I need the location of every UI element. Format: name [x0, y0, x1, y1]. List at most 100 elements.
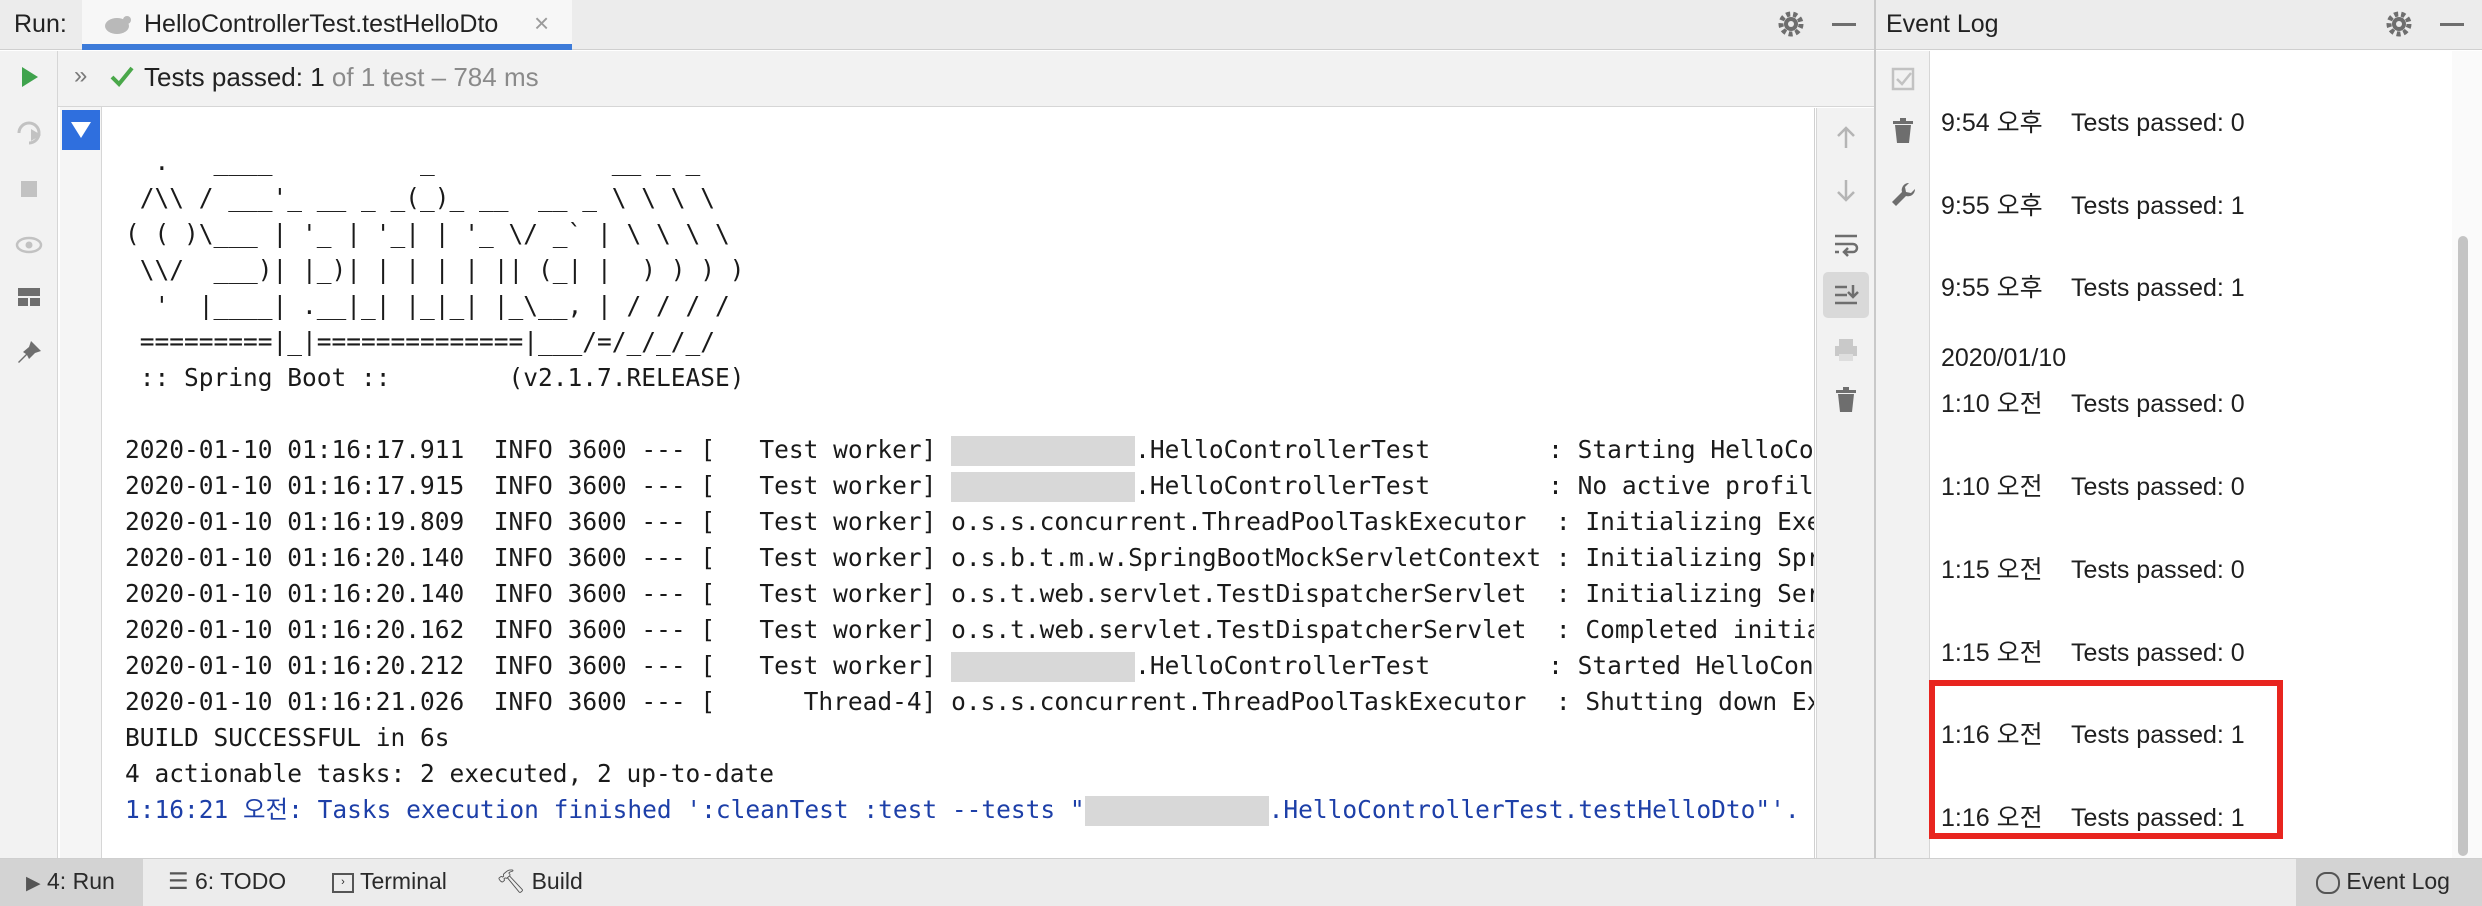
mark-all-read-icon[interactable] — [1887, 63, 1919, 95]
tests-passed-summary: Tests passed: 1 of 1 test – 784 ms — [144, 62, 539, 93]
event-text[interactable]: Tests passed: 0 — [2071, 390, 2245, 418]
soft-wrap-icon[interactable] — [1830, 228, 1862, 260]
tasks-finished-line: 1:16:21 오전: Tasks execution finished ':c… — [125, 792, 1815, 828]
redacted-block — [1084, 796, 1269, 826]
event-log-entry[interactable]: 1:15 오전 Tests passed: 0 — [1941, 633, 2245, 669]
console-border — [1814, 108, 1815, 858]
event-text[interactable]: Tests passed: 0 — [2071, 473, 2245, 501]
log-timestamp: 2020-01-10 01:16:20.212 — [125, 651, 465, 680]
event-log-entry[interactable]: 9:55 오후 Tests passed: 1 — [1941, 186, 2245, 222]
log-line: 2020-01-10 01:16:17.911 INFO 3600 --- [ … — [125, 432, 1815, 468]
arrow-up-icon[interactable] — [1830, 122, 1862, 154]
log-thread: Test worker — [715, 471, 922, 500]
log-timestamp: 2020-01-10 01:16:20.162 — [125, 615, 465, 644]
event-time: 9:54 오후 — [1941, 109, 2043, 137]
list-icon: ☰ — [168, 868, 189, 894]
log-timestamp: 2020-01-10 01:16:20.140 — [125, 543, 465, 572]
event-log-entry[interactable]: 9:55 오후 Tests passed: 1 — [1941, 268, 2245, 304]
arrow-down-icon[interactable] — [1830, 174, 1862, 206]
pin-icon[interactable] — [13, 337, 45, 369]
actionable-tasks-line: 4 actionable tasks: 2 executed, 2 up-to-… — [125, 756, 1815, 792]
minimize-icon[interactable] — [1832, 23, 1856, 26]
event-time: 1:15 오전 — [1941, 639, 2043, 667]
tree-toggle-icon[interactable] — [62, 110, 100, 150]
wrench-icon[interactable] — [1887, 179, 1919, 211]
event-log-entry[interactable]: 1:10 오전 Tests passed: 0 — [1941, 467, 2245, 503]
event-time: 9:55 오후 — [1941, 274, 2043, 302]
bottom-tab-terminal-label: Terminal — [359, 868, 447, 894]
event-text[interactable]: Tests passed: 0 — [2071, 639, 2245, 667]
log-message: : No active profile set — [1548, 471, 1815, 500]
log-level: INFO — [493, 615, 553, 644]
actionable-tasks: 4 actionable tasks: 2 executed, 2 up-to-… — [125, 759, 775, 788]
gear-icon[interactable] — [1776, 9, 1806, 39]
console-output[interactable]: . ____ _ __ _ _ /\\ / ___'_ __ _ _(_)_ _… — [103, 108, 1815, 858]
event-text[interactable]: Tests passed: 0 — [2071, 556, 2245, 584]
log-logger: .HelloControllerTest — [1135, 651, 1534, 680]
log-thread: Test worker — [715, 651, 922, 680]
close-tab-icon[interactable]: × — [534, 8, 549, 39]
log-thread: Test worker — [715, 579, 922, 608]
log-message: : Initializing Servlet — [1555, 579, 1815, 608]
log-pid: 3600 — [567, 615, 627, 644]
bottom-tab-terminal[interactable]: › Terminal — [332, 868, 447, 895]
bottom-tab-event-log[interactable]: Event Log — [2316, 868, 2450, 895]
log-message: : Initializing Executor — [1555, 507, 1815, 536]
hammer-icon: 🔨︎ — [496, 868, 526, 894]
log-pid: 3600 — [567, 507, 627, 536]
log-thread: Test worker — [715, 543, 922, 572]
log-message: : Completed initializat — [1555, 615, 1815, 644]
terminal-icon: › — [332, 872, 354, 893]
rerun-failed-icon — [17, 121, 41, 145]
event-text[interactable]: Tests passed: 0 — [2071, 109, 2245, 137]
banner-line: /\\ / ___'_ __ _ _(_)_ __ __ _ \ \ \ \ — [125, 180, 1815, 216]
event-date-heading: 2020/01/10 — [1941, 344, 2067, 372]
expand-chevron-icon[interactable]: » — [74, 62, 87, 90]
eye-icon[interactable] — [13, 229, 45, 261]
log-line: 2020-01-10 01:16:20.162 INFO 3600 --- [ … — [125, 612, 1815, 648]
log-line: 2020-01-10 01:16:20.212 INFO 3600 --- [ … — [125, 648, 1815, 684]
bottom-tab-build[interactable]: 🔨︎ Build — [496, 868, 583, 895]
event-time: 1:10 오전 — [1941, 390, 2043, 418]
log-timestamp: 2020-01-10 01:16:17.911 — [125, 435, 465, 464]
summary-passed-count: 1 — [310, 62, 325, 92]
scroll-to-end-icon[interactable] — [1830, 279, 1862, 311]
log-level: INFO — [493, 507, 553, 536]
rerun-icon[interactable] — [13, 61, 45, 93]
banner-text: ' |____| .__|_| |_|_| |_\__, | / / / / — [125, 291, 730, 320]
log-logger: o.s.b.t.m.w.SpringBootMockServletContext — [951, 543, 1542, 572]
log-logger: .HelloControllerTest — [1135, 471, 1534, 500]
event-time: 1:15 오전 — [1941, 556, 2043, 584]
log-logger: o.s.t.web.servlet.TestDispatcherServlet — [951, 579, 1542, 608]
redacted-block — [951, 652, 1136, 682]
event-text[interactable]: Tests passed: 1 — [2071, 274, 2245, 302]
run-label: Run: — [14, 10, 67, 38]
bottom-tab-todo-label: 6: TODO — [195, 868, 287, 894]
event-log-entry[interactable]: 1:15 오전 Tests passed: 0 — [1941, 550, 2245, 586]
log-level: INFO — [493, 543, 553, 572]
bottom-tab-run[interactable]: ▶ 4: Run — [26, 868, 115, 895]
trash-icon[interactable] — [1830, 384, 1862, 416]
banner-line: ( ( )\___ | '_ | '_| | '_ \/ _` | \ \ \ … — [125, 216, 1815, 252]
bottom-tab-todo[interactable]: ☰ 6: TODO — [168, 868, 286, 895]
log-thread: Test worker — [715, 435, 922, 464]
event-log-entry[interactable]: 1:10 오전 Tests passed: 0 — [1941, 384, 2245, 420]
build-result-line: BUILD SUCCESSFUL in 6s — [125, 720, 1815, 756]
layout-icon[interactable] — [13, 281, 45, 313]
console-text: . ____ _ __ _ _ /\\ / ___'_ __ _ _(_)_ _… — [125, 144, 1815, 828]
scrollbar-thumb[interactable] — [2458, 236, 2468, 856]
build-result: BUILD SUCCESSFUL in 6s — [125, 723, 450, 752]
test-tree-collapsed — [60, 107, 102, 858]
print-icon[interactable] — [1830, 334, 1862, 366]
stop-icon — [21, 181, 37, 197]
event-text[interactable]: Tests passed: 1 — [2071, 192, 2245, 220]
event-time: 9:55 오후 — [1941, 192, 2043, 220]
gear-icon[interactable] — [2384, 9, 2414, 39]
log-line: 2020-01-10 01:16:17.915 INFO 3600 --- [ … — [125, 468, 1815, 504]
minimize-icon[interactable] — [2440, 23, 2464, 26]
event-log-entry[interactable]: 9:54 오후 Tests passed: 0 — [1941, 103, 2245, 139]
trash-icon[interactable] — [1887, 115, 1919, 147]
log-message: : Started HelloControll — [1548, 651, 1815, 680]
tasks-finished-suffix: .HelloControllerTest.testHelloDto"'. — [1268, 795, 1800, 824]
banner-line: \\/ ___)| |_)| | | | | || (_| | ) ) ) ) — [125, 252, 1815, 288]
